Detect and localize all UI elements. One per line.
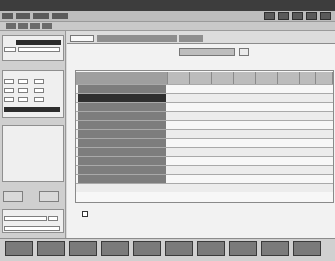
table-name-cell[interactable] xyxy=(78,85,166,93)
table-row[interactable] xyxy=(76,183,333,192)
menu-item-2[interactable] xyxy=(16,13,30,19)
table-header[interactable] xyxy=(256,72,278,84)
sidebar-input[interactable] xyxy=(4,79,14,84)
tab-label[interactable] xyxy=(97,35,177,42)
bottom-option-label xyxy=(91,211,166,217)
sidebar-input[interactable] xyxy=(34,79,44,84)
footer-button[interactable] xyxy=(261,241,289,256)
table-header[interactable] xyxy=(278,72,300,84)
table-name-cell[interactable] xyxy=(78,121,166,129)
table-header[interactable] xyxy=(190,72,212,84)
toolbar-icon[interactable] xyxy=(18,23,28,29)
footer-button[interactable] xyxy=(101,241,129,256)
table-header[interactable] xyxy=(316,72,333,84)
table-header-name[interactable] xyxy=(76,72,168,84)
footer-button[interactable] xyxy=(69,241,97,256)
sidebar-highlight-field[interactable] xyxy=(16,40,61,45)
toolbar-icon[interactable] xyxy=(6,23,16,29)
footer-button[interactable] xyxy=(37,241,65,256)
window-control-button[interactable] xyxy=(292,12,303,20)
table-name-cell[interactable] xyxy=(78,112,166,120)
tab-active[interactable] xyxy=(70,35,94,42)
table-name-cell[interactable] xyxy=(78,130,166,138)
sidebar-section-3 xyxy=(2,125,64,182)
sidebar-input[interactable] xyxy=(18,97,28,102)
window-control-button[interactable] xyxy=(278,12,289,20)
menu-item-4[interactable] xyxy=(52,13,68,19)
window-title xyxy=(56,2,276,9)
footer-button[interactable] xyxy=(197,241,225,256)
selected-table-name-cell[interactable] xyxy=(78,94,166,102)
table-name-cell[interactable] xyxy=(78,103,166,111)
sidebar-input[interactable] xyxy=(18,47,60,52)
sidebar-text-field[interactable] xyxy=(4,226,60,231)
table-name-cell[interactable] xyxy=(78,175,166,183)
footer-button[interactable] xyxy=(5,241,33,256)
sidebar-select-button[interactable] xyxy=(48,216,58,221)
menu-item-1[interactable] xyxy=(2,13,13,19)
sidebar-button[interactable] xyxy=(39,191,59,202)
table-header[interactable] xyxy=(300,72,316,84)
sidebar-input[interactable] xyxy=(4,97,14,102)
sidebar-input[interactable] xyxy=(34,97,44,102)
table-header[interactable] xyxy=(168,72,190,84)
footer-button[interactable] xyxy=(293,241,321,256)
footer-button[interactable] xyxy=(133,241,161,256)
sidebar-input[interactable] xyxy=(4,88,14,93)
window-control-button[interactable] xyxy=(264,12,275,20)
table-name-cell[interactable] xyxy=(78,139,166,147)
sidebar-input[interactable] xyxy=(18,88,28,93)
sidebar-input[interactable] xyxy=(18,79,28,84)
menu-item-3[interactable] xyxy=(33,13,49,19)
table-name-cell[interactable] xyxy=(78,166,166,174)
left-sidebar xyxy=(0,31,66,238)
sidebar-dark-row xyxy=(4,107,60,112)
footer-button[interactable] xyxy=(229,241,257,256)
window-control-button[interactable] xyxy=(320,12,331,20)
center-selector-value xyxy=(186,49,226,55)
table-name-cell[interactable] xyxy=(78,148,166,156)
window-control-button[interactable] xyxy=(306,12,317,20)
center-selector-clear-button[interactable] xyxy=(239,48,249,56)
footer-button[interactable] xyxy=(165,241,193,256)
table-header[interactable] xyxy=(234,72,256,84)
sidebar-button[interactable] xyxy=(3,191,23,202)
bottom-option-checkbox[interactable] xyxy=(82,211,88,217)
table-header[interactable] xyxy=(212,72,234,84)
table-name-cell[interactable] xyxy=(78,157,166,165)
sidebar-input[interactable] xyxy=(34,88,44,93)
toolbar-icon[interactable] xyxy=(42,23,52,29)
toolbar-icon[interactable] xyxy=(30,23,40,29)
sidebar-select[interactable] xyxy=(4,216,47,221)
tab-label[interactable] xyxy=(179,35,203,42)
sidebar-input[interactable] xyxy=(4,47,16,52)
